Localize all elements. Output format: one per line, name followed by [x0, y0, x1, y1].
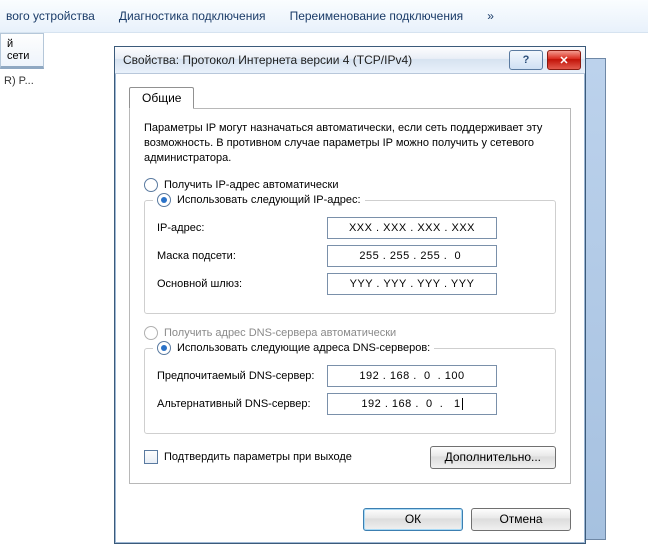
default-gateway-input[interactable]: YYY . YYY . YYY . YYY [327, 273, 497, 295]
text-caret-icon [462, 398, 463, 410]
radio-use-following-dns[interactable]: Использовать следующие адреса DNS-сервер… [153, 341, 434, 355]
radio-icon [157, 341, 171, 355]
help-button[interactable]: ? [509, 50, 543, 70]
ok-button[interactable]: ОК [363, 508, 463, 531]
default-gateway-label: Основной шлюз: [157, 278, 327, 290]
side-tab[interactable]: й сети [0, 33, 44, 69]
radio-obtain-ip-auto[interactable]: Получить IP-адрес автоматически [144, 178, 556, 192]
toolbar-item-rename[interactable]: Переименование подключения [290, 9, 464, 23]
radio-label: Использовать следующий IP-адрес: [177, 194, 361, 206]
radio-icon [157, 193, 171, 207]
validate-on-exit-label: Подтвердить параметры при выходе [164, 451, 352, 463]
preferred-dns-label: Предпочитаемый DNS-сервер: [157, 370, 327, 382]
ip-address-input[interactable]: XXX . XXX . XXX . XXX [327, 217, 497, 239]
tab-general[interactable]: Общие [129, 87, 194, 109]
dns-group: Использовать следующие адреса DNS-сервер… [144, 348, 556, 434]
side-label: R) P... [0, 75, 44, 87]
toolbar-item-device[interactable]: вого устройства [6, 9, 95, 23]
ip-group: Использовать следующий IP-адрес: IP-адре… [144, 200, 556, 314]
radio-use-following-ip[interactable]: Использовать следующий IP-адрес: [153, 193, 365, 207]
radio-label: Получить адрес DNS-сервера автоматически [164, 327, 396, 339]
alternate-dns-input[interactable]: 192 . 168 . 0 . 1 [327, 393, 497, 415]
subnet-mask-input[interactable]: 255 . 255 . 255 . 0 [327, 245, 497, 267]
radio-icon [144, 178, 158, 192]
radio-label: Использовать следующие адреса DNS-сервер… [177, 342, 430, 354]
alternate-dns-label: Альтернативный DNS-сервер: [157, 398, 327, 410]
close-button[interactable]: ✕ [547, 50, 581, 70]
toolbar-overflow-icon[interactable]: » [487, 9, 494, 23]
intro-text: Параметры IP могут назначаться автоматич… [144, 121, 556, 166]
dialog-title: Свойства: Протокол Интернета версии 4 (T… [123, 53, 505, 67]
titlebar: Свойства: Протокол Интернета версии 4 (T… [115, 47, 585, 74]
tab-body: Параметры IP могут назначаться автоматич… [129, 109, 571, 484]
tab-strip: Общие [129, 84, 571, 109]
dialog-buttons: ОК Отмена [115, 498, 585, 543]
validate-on-exit-checkbox[interactable] [144, 450, 158, 464]
side-pane: й сети R) P... [0, 33, 44, 87]
subnet-mask-label: Маска подсети: [157, 250, 327, 262]
toolbar-item-diagnose[interactable]: Диагностика подключения [119, 9, 266, 23]
ipv4-properties-dialog: Свойства: Протокол Интернета версии 4 (T… [114, 46, 586, 544]
radio-label: Получить IP-адрес автоматически [164, 179, 338, 191]
ip-address-label: IP-адрес: [157, 222, 327, 234]
cancel-button[interactable]: Отмена [471, 508, 571, 531]
advanced-button[interactable]: Дополнительно... [430, 446, 556, 469]
toolbar: вого устройства Диагностика подключения … [0, 0, 648, 33]
radio-icon [144, 326, 158, 340]
radio-obtain-dns-auto: Получить адрес DNS-сервера автоматически [144, 326, 556, 340]
preferred-dns-input[interactable]: 192 . 168 . 0 . 100 [327, 365, 497, 387]
